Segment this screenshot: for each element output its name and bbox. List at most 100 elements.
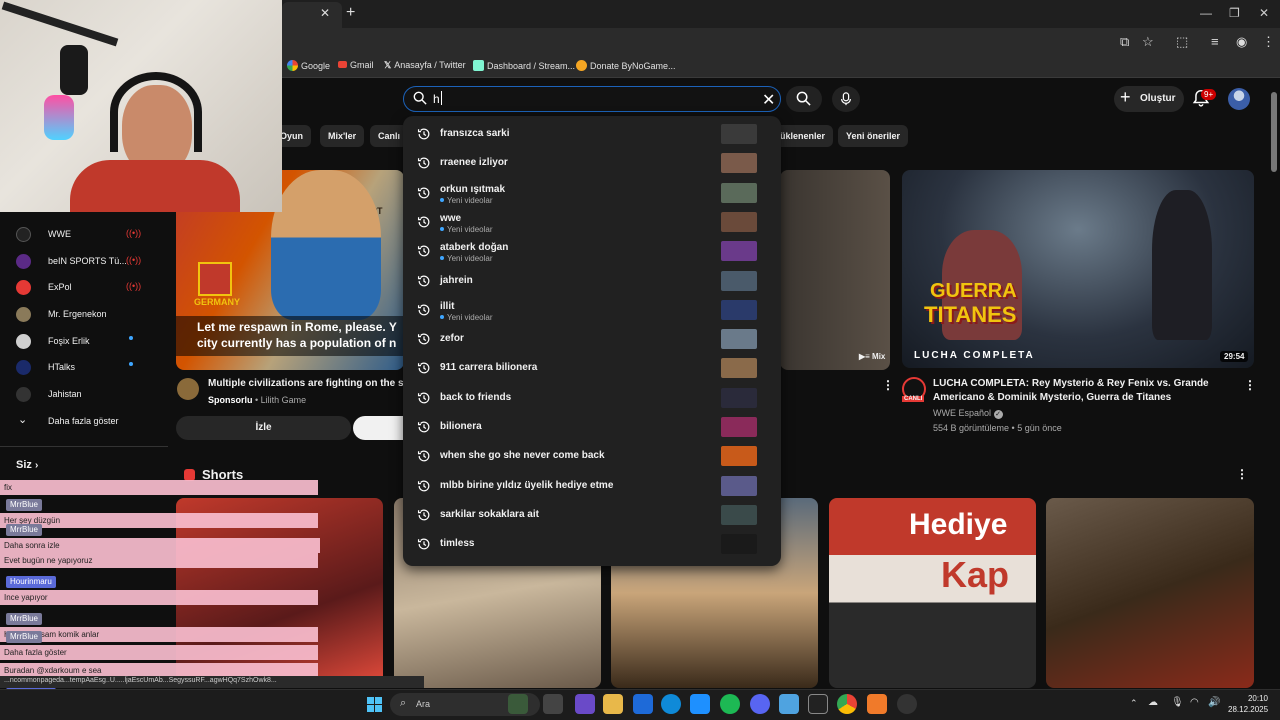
bynogame-icon: [576, 60, 587, 71]
suggestion-item[interactable]: back to friends: [403, 384, 781, 413]
network-icon[interactable]: ☁: [1148, 697, 1158, 708]
watch-button[interactable]: İzle: [176, 416, 351, 440]
history-icon: [417, 304, 430, 316]
menu-icon[interactable]: ⋮: [1262, 34, 1275, 50]
search-input[interactable]: [403, 86, 781, 112]
mic-tray-icon[interactable]: 🎙: [1171, 697, 1184, 708]
suggestion-item[interactable]: zefor: [403, 325, 781, 354]
x-icon: 𝕏: [384, 60, 392, 70]
video-thumbnail[interactable]: GUERRA TITANES LUCHA COMPLETA 29:54: [902, 170, 1254, 368]
sidebar-item-bein[interactable]: beIN SPORTS Tü... ((•)): [16, 251, 141, 273]
file-explorer-icon[interactable]: [603, 694, 623, 714]
sidebar-you-header[interactable]: Siz ›: [16, 459, 38, 471]
close-window-icon[interactable]: ✕: [1259, 6, 1269, 20]
sidebar-item-expol[interactable]: ExPol ((•)): [16, 277, 141, 299]
extensions-icon[interactable]: ⬚: [1176, 34, 1188, 50]
sidebar-item-wwe[interactable]: WWE ((•)): [16, 224, 141, 246]
suggestion-item[interactable]: bilionera: [403, 413, 781, 442]
system-clock[interactable]: 20:10 28.12.2025: [1228, 693, 1268, 715]
mix-thumbnail[interactable]: ▶︎≡ Mix: [780, 170, 890, 370]
spotify-icon[interactable]: [720, 694, 740, 714]
suggestion-item[interactable]: sarkilar sokaklara ait: [403, 501, 781, 530]
bookmark-donate[interactable]: Donate ByNoGame...: [576, 60, 676, 71]
chip-mixes[interactable]: Mix'ler: [320, 125, 365, 147]
search-button[interactable]: [786, 86, 822, 112]
chrome-icon[interactable]: [837, 694, 857, 714]
sidebar-item-fosix[interactable]: Foşix Erlik: [16, 331, 136, 353]
star-icon[interactable]: ☆: [1142, 34, 1154, 50]
obs-icon[interactable]: [897, 694, 917, 714]
ad-title[interactable]: Multiple civilizations are fighting on t…: [208, 377, 403, 391]
avatar: [16, 307, 31, 322]
short-thumbnail-5[interactable]: [1046, 498, 1254, 688]
bookmark-gmail[interactable]: Gmail: [338, 60, 374, 70]
suggestion-thumbnail: [721, 387, 757, 408]
chip-recently-uploaded[interactable]: üklenenler: [772, 125, 834, 147]
suggestion-item[interactable]: wwe Yeni videolar: [403, 208, 781, 237]
shorts-menu-icon[interactable]: ⋮: [1236, 467, 1248, 481]
suggestion-item[interactable]: ataberk doğan Yeni videolar: [403, 237, 781, 266]
page-scrollbar[interactable]: [1271, 92, 1277, 172]
ad-cta-button[interactable]: [353, 416, 403, 440]
chat-message: Daha sonra izle: [0, 538, 320, 553]
new-tab-icon[interactable]: +: [346, 4, 355, 22]
suggestion-item[interactable]: orkun ışıtmak Yeni videolar: [403, 179, 781, 208]
account-avatar[interactable]: [1228, 88, 1250, 110]
video-channel[interactable]: WWE Español ✓: [933, 408, 1003, 419]
edge-icon[interactable]: [661, 694, 681, 714]
video-title[interactable]: LUCHA COMPLETA: Rey Mysterio & Rey Fenix…: [933, 377, 1233, 405]
cast-icon[interactable]: ⧉: [1120, 34, 1129, 50]
store-icon[interactable]: [633, 694, 653, 714]
chat-message: Daha fazla göster: [0, 645, 318, 660]
suggestion-item[interactable]: rraenee izliyor: [403, 149, 781, 178]
history-icon: [417, 187, 430, 198]
video-menu-icon[interactable]: ⋮: [1244, 378, 1256, 392]
suggestion-item[interactable]: mlbb birine yıldız üyelik hediye etme: [403, 472, 781, 501]
widgets-icon[interactable]: [508, 694, 528, 714]
sidebar-item-label: Mr. Ergenekon: [48, 309, 107, 319]
advertiser-avatar[interactable]: [177, 378, 199, 400]
app-icon[interactable]: [779, 694, 799, 714]
suggestion-item[interactable]: 911 carrera bilionera: [403, 354, 781, 383]
chat-username: MrrBlue: [6, 613, 43, 625]
media-icon[interactable]: ≡: [1211, 34, 1219, 49]
tray-chevron-icon[interactable]: ⌃: [1130, 698, 1138, 709]
task-view-icon[interactable]: [543, 694, 563, 714]
app-icon[interactable]: [867, 694, 887, 714]
restore-icon[interactable]: ❐: [1229, 6, 1240, 20]
sidebar-item-htalks[interactable]: HTalks: [16, 357, 136, 379]
mix-label: Mix: [872, 352, 886, 361]
short-thumbnail-4[interactable]: Hediye Kap: [829, 498, 1036, 688]
start-icon[interactable]: [367, 697, 382, 712]
volume-icon[interactable]: 🔊: [1208, 697, 1220, 708]
wifi-icon[interactable]: ◠: [1190, 697, 1199, 708]
avatar: [16, 360, 31, 375]
history-icon: [417, 509, 430, 521]
sidebar-item-ergenekon[interactable]: Mr. Ergenekon: [16, 304, 136, 326]
discord-icon[interactable]: [750, 694, 770, 714]
suggestion-item[interactable]: jahrein: [403, 267, 781, 296]
browser-tab[interactable]: [282, 2, 342, 28]
suggestion-item[interactable]: fransızca sarki: [403, 120, 781, 149]
you-label: Siz: [16, 459, 32, 471]
suggestion-item[interactable]: when she go she never come back: [403, 442, 781, 471]
voice-search-button[interactable]: [832, 86, 860, 112]
mail-icon[interactable]: [690, 694, 710, 714]
rgb-light: [44, 95, 74, 140]
mix-menu-icon[interactable]: ⋮: [882, 378, 894, 392]
bookmark-dashboard[interactable]: Dashboard / Stream...: [473, 60, 575, 71]
epic-games-icon[interactable]: [808, 694, 828, 714]
chip-new-to-you[interactable]: Yeni öneriler: [838, 125, 909, 147]
suggestion-item[interactable]: illit Yeni videolar: [403, 296, 781, 325]
clear-search-icon[interactable]: ✕: [762, 90, 775, 110]
suggestion-item[interactable]: timless: [403, 530, 781, 559]
copilot-icon[interactable]: [575, 694, 595, 714]
minimize-icon[interactable]: —: [1200, 6, 1212, 20]
bookmark-twitter[interactable]: 𝕏 Anasayfa / Twitter: [384, 60, 466, 71]
text-caret: [441, 91, 442, 105]
tab-close-icon[interactable]: ✕: [320, 6, 330, 20]
bookmark-google[interactable]: Google: [287, 60, 330, 71]
sidebar-show-more[interactable]: ⌄ Daha fazla göster: [16, 411, 136, 433]
sidebar-item-jahistan[interactable]: Jahistan: [16, 384, 136, 406]
profile-icon[interactable]: ◉: [1236, 34, 1247, 50]
